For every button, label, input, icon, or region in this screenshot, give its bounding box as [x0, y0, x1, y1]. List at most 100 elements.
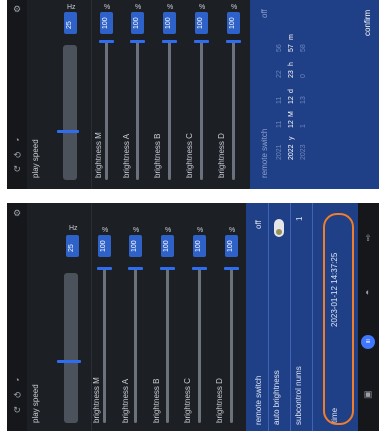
brightness-m-label: brightness M — [94, 132, 103, 178]
settings-icon[interactable]: ⚙ — [12, 208, 22, 218]
brightness-c-handle[interactable] — [192, 267, 207, 270]
brightness-m-track[interactable] — [103, 267, 106, 423]
remote-switch-value[interactable]: off — [254, 220, 263, 229]
brightness-c-label: brightness C — [183, 378, 192, 423]
brightness-b-badge[interactable]: 100 — [163, 12, 176, 34]
top-screen: ⚙ ◔ ⟲ ↻ play speed 25 Hz brightness M 10… — [7, 0, 379, 189]
month-unit: M — [288, 111, 295, 117]
divider — [91, 0, 92, 189]
play-speed-label: play speed — [31, 384, 40, 423]
image-icon[interactable]: ▣ — [363, 389, 373, 399]
percent-unit: % — [135, 4, 142, 11]
cursor-icon[interactable]: ◔ — [12, 135, 22, 145]
percent-unit: % — [231, 4, 238, 11]
minute-next[interactable]: 58 — [300, 44, 307, 52]
brightness-b-track[interactable] — [166, 267, 169, 423]
right-nav-bar: ⇪ ◐ ≡ ▣ — [358, 203, 379, 431]
brightness-d-badge[interactable]: 100 — [225, 235, 238, 257]
percent-unit: % — [165, 227, 172, 234]
brightness-d-handle[interactable] — [224, 267, 239, 270]
brightness-d-track[interactable] — [232, 40, 235, 180]
left-rail: ⚙ ◔ ⟲ ↻ — [7, 0, 27, 189]
subcontrol-nums-value[interactable]: 1 — [295, 217, 304, 221]
refresh-icon[interactable]: ↻ — [12, 164, 22, 174]
row-divider — [290, 203, 291, 431]
day-unit: d — [288, 89, 295, 93]
brightness-m-label: brightness M — [92, 377, 101, 423]
brightness-c-label: brightness C — [185, 133, 194, 178]
year-selected[interactable]: 2022 — [288, 144, 295, 160]
loop-icon[interactable]: ⟲ — [12, 150, 22, 160]
speed-slider-track[interactable] — [63, 45, 77, 180]
hour-unit: h — [288, 62, 295, 66]
brightness-c-badge[interactable]: 100 — [193, 235, 206, 257]
percent-unit: % — [229, 227, 236, 234]
brightness-m-handle[interactable] — [99, 40, 114, 43]
loop-icon[interactable]: ⟲ — [12, 390, 22, 400]
percent-unit: % — [102, 227, 109, 234]
hour-next[interactable]: 0 — [300, 74, 307, 78]
brightness-a-track[interactable] — [134, 267, 137, 423]
month-prev[interactable]: 11 — [276, 121, 283, 128]
brightness-d-track[interactable] — [230, 267, 233, 423]
settings-icon[interactable]: ⚙ — [12, 4, 22, 14]
remote-switch-value: off — [260, 9, 269, 18]
brightness-d-label: brightness D — [215, 378, 224, 423]
brightness-m-badge[interactable]: 100 — [98, 235, 111, 257]
brightness-c-badge[interactable]: 100 — [195, 12, 208, 34]
day-prev[interactable]: 11 — [276, 97, 283, 104]
brightness-b-label: brightness B — [153, 133, 162, 178]
brightness-a-badge[interactable]: 100 — [131, 12, 144, 34]
cursor-icon[interactable]: ◔ — [12, 375, 22, 385]
confirm-button[interactable]: confirm — [363, 10, 372, 36]
brightness-b-badge[interactable]: 100 — [161, 235, 174, 257]
year-next[interactable]: 2023 — [300, 144, 307, 160]
hour-selected[interactable]: 23 — [288, 70, 295, 78]
speed-slider-handle[interactable] — [57, 360, 81, 363]
percent-unit: % — [167, 4, 174, 11]
brightness-a-track[interactable] — [136, 40, 139, 180]
auto-brightness-toggle[interactable] — [274, 219, 284, 237]
auto-brightness-label: auto brightness — [272, 370, 281, 425]
minute-prev[interactable]: 56 — [276, 44, 283, 52]
hour-prev[interactable]: 22 — [276, 70, 283, 78]
speed-value-badge[interactable]: 25 — [66, 235, 79, 257]
speed-unit: Hz — [67, 4, 76, 11]
month-next[interactable]: 1 — [300, 124, 307, 128]
brightness-a-handle[interactable] — [130, 40, 145, 43]
brightness-m-badge[interactable]: 100 — [100, 12, 113, 34]
percent-unit: % — [133, 227, 140, 234]
brightness-b-handle[interactable] — [162, 40, 177, 43]
brightness-a-badge[interactable]: 100 — [129, 235, 142, 257]
settings-nav-active[interactable]: ≡ — [361, 335, 375, 349]
minute-selected[interactable]: 57 — [288, 44, 295, 52]
speed-slider-handle[interactable] — [57, 130, 79, 133]
percent-unit: % — [199, 4, 206, 11]
date-picker-panel: remote switch off 2021 2022 y 2023 11 12… — [250, 0, 379, 189]
row-divider — [312, 203, 313, 431]
speed-unit: Hz — [69, 225, 78, 232]
brightness-d-badge[interactable]: 100 — [227, 12, 240, 34]
brightness-d-handle[interactable] — [226, 40, 241, 43]
brightness-m-track[interactable] — [105, 40, 108, 180]
brightness-c-track[interactable] — [200, 40, 203, 180]
speed-value-badge[interactable]: 25 — [64, 12, 77, 34]
year-prev[interactable]: 2021 — [276, 144, 283, 160]
bottom-screen: ⚙ ◔ ⟲ ↻ play speed 25 Hz brightness M 10… — [7, 203, 379, 431]
day-selected[interactable]: 12 — [288, 96, 295, 104]
minute-unit: m — [288, 34, 295, 40]
month-selected[interactable]: 12 — [288, 120, 295, 128]
brightness-a-handle[interactable] — [128, 267, 143, 270]
speed-slider-track[interactable] — [64, 273, 78, 423]
subcontrol-nums-label: subcontrol nums — [294, 366, 303, 425]
brightness-c-track[interactable] — [198, 267, 201, 423]
brightness-b-label: brightness B — [152, 378, 161, 423]
brightness-b-track[interactable] — [168, 40, 171, 180]
upload-icon[interactable]: ⇪ — [363, 233, 373, 243]
brightness-c-handle[interactable] — [194, 40, 209, 43]
brightness-b-handle[interactable] — [160, 267, 175, 270]
brightness-m-handle[interactable] — [97, 267, 112, 270]
day-next[interactable]: 13 — [300, 96, 307, 104]
palette-icon[interactable]: ◐ — [363, 287, 373, 297]
refresh-icon[interactable]: ↻ — [12, 405, 22, 415]
